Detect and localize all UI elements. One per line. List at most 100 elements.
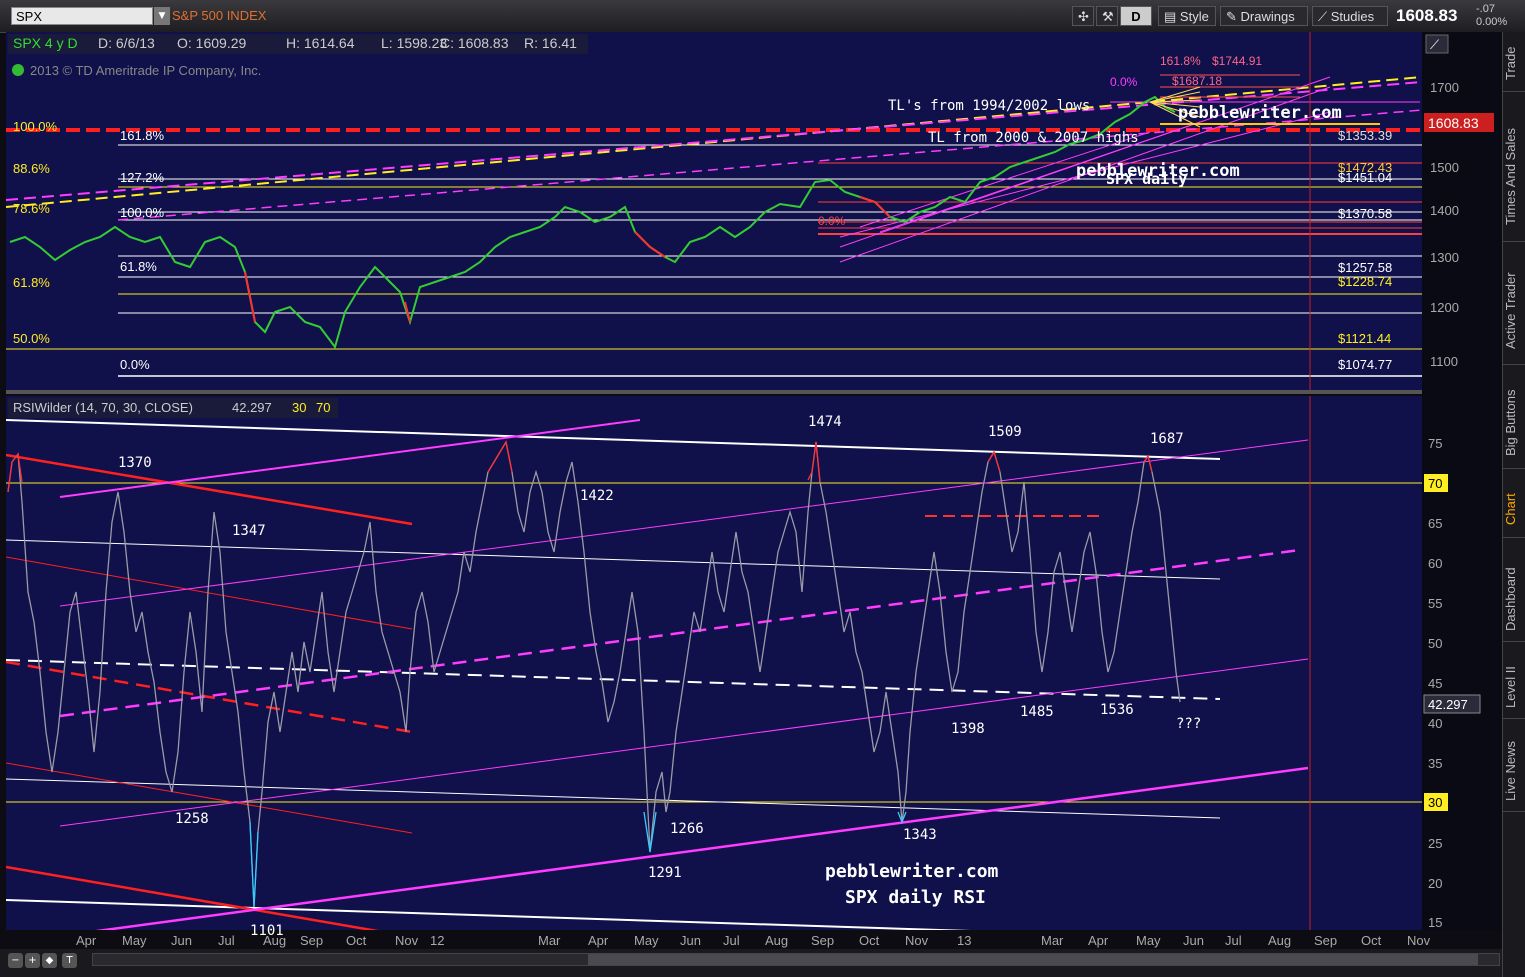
fib-inner-2: 100.0% xyxy=(120,205,165,220)
symbol-input[interactable]: SPX xyxy=(11,7,153,25)
rsi-label: 1474 xyxy=(808,414,842,430)
drawings-button[interactable]: ✎ Drawings xyxy=(1220,6,1308,26)
x-axis: Apr May Jun Jul Aug Sep Oct Nov 12 Mar Apr May Jun Ju… xyxy=(76,933,1431,948)
level-1257: $1257.58 xyxy=(1338,260,1392,275)
rsi-30-marker: 30 xyxy=(1428,795,1442,810)
rsi-label: 1485 xyxy=(1020,704,1054,720)
tab-chart[interactable]: Chart xyxy=(1503,482,1525,538)
price-tick: 1400 xyxy=(1430,203,1459,218)
fib-left-0: 100.0% xyxy=(13,119,58,134)
percent-change: 0.00% xyxy=(1476,16,1508,28)
tab-active-trader[interactable]: Active Trader xyxy=(1503,257,1525,365)
rsi-watermark-1: pebblewriter.com xyxy=(825,861,999,882)
rsi-header: RSIWilder (14, 70, 30, CLOSE) xyxy=(13,400,193,415)
rsi-label: 1398 xyxy=(951,721,985,737)
fib-upper-2: 0.0% xyxy=(818,214,846,228)
x-tick: Sep xyxy=(1314,933,1337,948)
x-tick: Oct xyxy=(346,933,367,948)
x-tick: Sep xyxy=(300,933,323,948)
scrollbar-thumb[interactable] xyxy=(588,954,1478,965)
info-icon[interactable] xyxy=(12,64,24,76)
fib-inner-0: 161.8% xyxy=(120,128,165,143)
price-range: R: 16.41 xyxy=(524,35,577,51)
symbol-description: S&P 500 INDEX xyxy=(172,8,267,23)
style-button[interactable]: ▤ Style xyxy=(1158,6,1216,26)
rsi-tick: 60 xyxy=(1428,556,1442,571)
price-tick: 1100 xyxy=(1430,354,1458,369)
price-tick: 1200 xyxy=(1430,300,1459,315)
rsi-label: 1291 xyxy=(648,865,682,881)
chart-area[interactable]: SPX 4 y D D: 6/6/13 O: 1609.29 H: 1614.6… xyxy=(0,32,1502,949)
x-tick: Sep xyxy=(811,933,834,948)
fib-left-3: 61.8% xyxy=(13,275,50,290)
annotation-lows: TL's from 1994/2002 lows xyxy=(888,98,1090,114)
x-tick: Mar xyxy=(1041,933,1064,948)
x-tick: Apr xyxy=(588,933,609,948)
crosshair-icon[interactable]: ✣ xyxy=(1072,6,1094,26)
x-tick: Nov xyxy=(395,933,419,948)
studies-button[interactable]: ⟋ Studies xyxy=(1312,6,1388,26)
symbol-dropdown-icon[interactable]: ▼ xyxy=(154,7,170,25)
price-marker: 1608.83 xyxy=(1428,115,1479,131)
price-low: L: 1598.23 xyxy=(381,35,447,51)
x-tick: Oct xyxy=(859,933,880,948)
time-scrollbar[interactable] xyxy=(92,953,1500,966)
last-price: 1608.83 xyxy=(1396,6,1458,25)
level-1228: $1228.74 xyxy=(1338,274,1392,289)
price-high: H: 1614.64 xyxy=(286,35,355,51)
rsi-label: 1347 xyxy=(232,523,266,539)
tab-times-and-sales[interactable]: Times And Sales xyxy=(1503,112,1525,242)
fit-icon[interactable]: ◆ xyxy=(42,953,57,968)
rsi-70-marker: 70 xyxy=(1428,476,1442,491)
x-tick: Aug xyxy=(765,933,788,948)
x-tick: 12 xyxy=(430,933,444,948)
x-tick: Nov xyxy=(1407,933,1431,948)
top-toolbar: SPX ▼ S&P 500 INDEX ✣ ⚒ D ▤ Style ✎ Draw… xyxy=(0,0,1525,33)
tab-trade[interactable]: Trade xyxy=(1503,36,1525,92)
rsi-label: 1536 xyxy=(1100,702,1134,718)
rsi-label: 1370 xyxy=(118,455,152,471)
d-button[interactable]: D xyxy=(1120,6,1152,26)
watermark-top-1: pebblewriter.com xyxy=(1178,103,1342,123)
style-label: Style xyxy=(1179,9,1209,24)
rsi-tick: 45 xyxy=(1428,676,1442,691)
net-change: -.07 xyxy=(1476,3,1495,15)
level-1370: $1370.58 xyxy=(1338,206,1392,221)
level-1687: $1687.18 xyxy=(1172,74,1222,88)
x-tick: Aug xyxy=(1268,933,1291,948)
tab-live-news[interactable]: Live News xyxy=(1503,732,1525,812)
wrench-icon[interactable]: ⚒ xyxy=(1096,6,1118,26)
rsi-label: 1422 xyxy=(580,488,614,504)
fib-upper-0: 161.8% xyxy=(1160,54,1201,68)
x-tick: Mar xyxy=(538,933,561,948)
tab-big-buttons[interactable]: Big Buttons xyxy=(1503,377,1525,469)
rsi-value-marker: 42.297 xyxy=(1428,697,1468,712)
rsi-pane-text: RSIWilder (14, 70, 30, CLOSE) 42.297 30 … xyxy=(8,398,338,418)
rsi-os: 70 xyxy=(316,400,330,415)
tab-level-ii[interactable]: Level II xyxy=(1503,657,1525,719)
annotation-highs: TL from 2000 & 2007 highs xyxy=(928,130,1139,146)
level-1744: $1744.91 xyxy=(1212,54,1262,68)
rsi-tick: 75 xyxy=(1428,436,1442,451)
rsi-label: 1509 xyxy=(988,424,1022,440)
zoom-out-icon[interactable]: − xyxy=(8,953,23,968)
level-1074: $1074.77 xyxy=(1338,357,1392,372)
text-tool-icon[interactable]: T xyxy=(62,953,77,968)
rsi-ob: 30 xyxy=(292,400,306,415)
tab-dashboard[interactable]: Dashboard xyxy=(1503,557,1525,642)
x-tick: Apr xyxy=(76,933,97,948)
x-tick: Jun xyxy=(171,933,192,948)
x-tick: Jul xyxy=(723,933,740,948)
rsi-value: 42.297 xyxy=(232,400,272,415)
fib-inner-4: 0.0% xyxy=(120,357,150,372)
x-tick: Jun xyxy=(1183,933,1204,948)
rsi-tick: 35 xyxy=(1428,756,1442,771)
rsi-label: 1343 xyxy=(903,827,937,843)
rsi-tick: 55 xyxy=(1428,596,1442,611)
zoom-in-icon[interactable]: + xyxy=(25,953,40,968)
fib-left-4: 50.0% xyxy=(13,331,50,346)
rsi-tick: 15 xyxy=(1428,915,1442,930)
rsi-tick: 40 xyxy=(1428,716,1442,731)
watermark-top-3: SPX daily xyxy=(1106,170,1187,188)
x-tick: Apr xyxy=(1088,933,1109,948)
